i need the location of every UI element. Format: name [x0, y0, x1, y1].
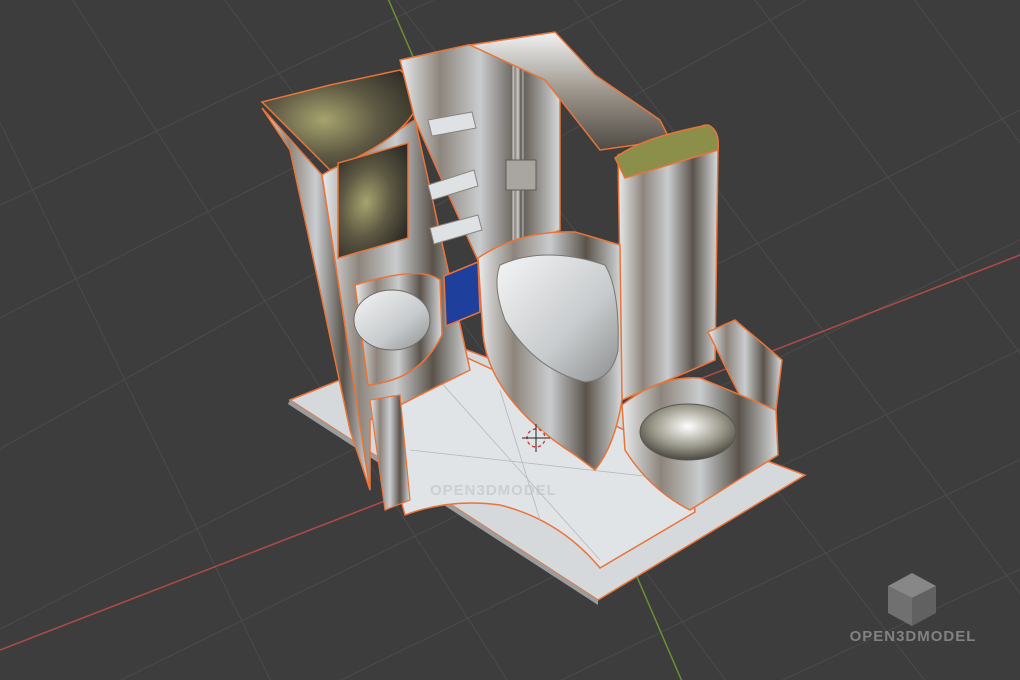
blender-viewport[interactable]: OPEN3DMODEL OPEN3DMODEL: [0, 0, 1020, 680]
viewport-canvas[interactable]: [0, 0, 1020, 680]
floor-watermark-text: OPEN3DMODEL: [430, 482, 557, 499]
toilet-bowl: [639, 403, 737, 461]
blue-towel: [443, 260, 481, 328]
shower-mixer: [505, 159, 537, 191]
sink-basin: [353, 289, 431, 351]
watermark-text: OPEN3DMODEL: [849, 628, 977, 645]
shower-column: [511, 59, 525, 246]
cube-logo-icon: [888, 573, 936, 626]
vanity-mirror: [337, 142, 409, 260]
